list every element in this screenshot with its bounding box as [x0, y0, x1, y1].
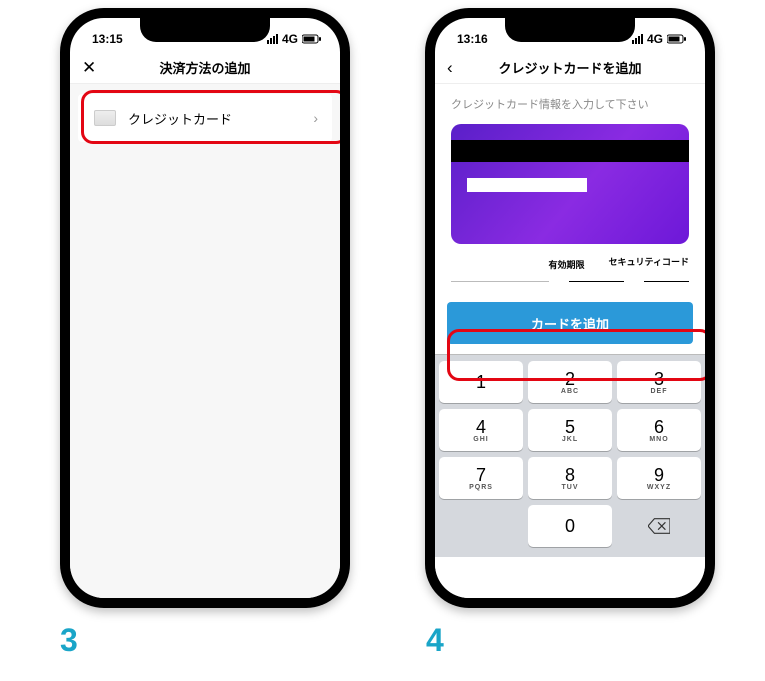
content: クレジットカード情報を入力して下さい 有効期限 セキュリティコード カードを追加	[435, 84, 705, 598]
card-preview	[451, 124, 689, 244]
numeric-keypad: 12ABC3DEF 4GHI5JKL6MNO 7PQRS8TUV9WXYZ0	[435, 354, 705, 557]
phone-step-3: 13:15 4G ✕ 決済方法の追加 クレジットカード ›	[60, 8, 350, 608]
row-label: クレジットカード	[128, 109, 232, 128]
status-right: 4G	[632, 32, 687, 46]
status-time: 13:15	[92, 32, 123, 46]
back-button[interactable]: ‹	[447, 58, 453, 78]
keypad-key-2[interactable]: 2ABC	[528, 361, 612, 403]
status-network: 4G	[647, 32, 663, 46]
battery-icon	[667, 34, 687, 44]
add-card-button[interactable]: カードを追加	[447, 302, 693, 344]
keypad-key-4[interactable]: 4GHI	[439, 409, 523, 451]
card-icon	[94, 110, 116, 126]
keypad-key-8[interactable]: 8TUV	[528, 457, 612, 499]
cvv-input-line[interactable]	[644, 281, 689, 282]
keypad-key-0[interactable]: 0	[528, 505, 612, 547]
keypad-backspace[interactable]	[617, 505, 701, 547]
status-right: 4G	[267, 32, 322, 46]
instruction-text: クレジットカード情報を入力して下さい	[435, 84, 705, 120]
expiry-column: 有効期限	[549, 258, 585, 271]
step-number-4: 4	[426, 622, 444, 659]
keypad-key-7[interactable]: 7PQRS	[439, 457, 523, 499]
form-labels-row: 有効期限 セキュリティコード	[435, 258, 705, 271]
keypad-key-6[interactable]: 6MNO	[617, 409, 701, 451]
expiry-input-line[interactable]	[569, 281, 624, 282]
status-time: 13:16	[457, 32, 488, 46]
cvv-column: セキュリティコード	[609, 258, 689, 271]
keypad-key-3[interactable]: 3DEF	[617, 361, 701, 403]
expiry-label: 有効期限	[549, 258, 585, 271]
page-title: クレジットカードを追加	[498, 58, 641, 77]
signal-icon	[632, 34, 643, 44]
cvv-label: セキュリティコード	[609, 258, 689, 268]
step-number-3: 3	[60, 622, 78, 659]
card-number-input-line[interactable]	[451, 281, 549, 282]
nav-bar: ‹ クレジットカードを追加	[435, 52, 705, 84]
chevron-right-icon: ›	[313, 110, 318, 126]
phone-screen: 13:16 4G ‹ クレジットカードを追加 クレジットカード情報を入力して下さ…	[435, 18, 705, 598]
add-card-button-label: カードを追加	[531, 314, 609, 333]
signal-icon	[267, 34, 278, 44]
keypad-key-1[interactable]: 1	[439, 361, 523, 403]
content: クレジットカード ›	[70, 84, 340, 598]
keypad-blank	[439, 505, 523, 547]
keypad-key-5[interactable]: 5JKL	[528, 409, 612, 451]
phone-step-4: 13:16 4G ‹ クレジットカードを追加 クレジットカード情報を入力して下さ…	[425, 8, 715, 608]
page-title: 決済方法の追加	[159, 58, 250, 77]
credit-card-row[interactable]: クレジットカード ›	[78, 94, 332, 142]
card-magstripe	[451, 140, 689, 162]
notch	[505, 18, 635, 42]
phone-screen: 13:15 4G ✕ 決済方法の追加 クレジットカード ›	[70, 18, 340, 598]
close-button[interactable]: ✕	[82, 58, 96, 78]
battery-icon	[302, 34, 322, 44]
status-network: 4G	[282, 32, 298, 46]
notch	[140, 18, 270, 42]
keypad-key-9[interactable]: 9WXYZ	[617, 457, 701, 499]
card-number-field[interactable]	[467, 178, 587, 192]
nav-bar: ✕ 決済方法の追加	[70, 52, 340, 84]
